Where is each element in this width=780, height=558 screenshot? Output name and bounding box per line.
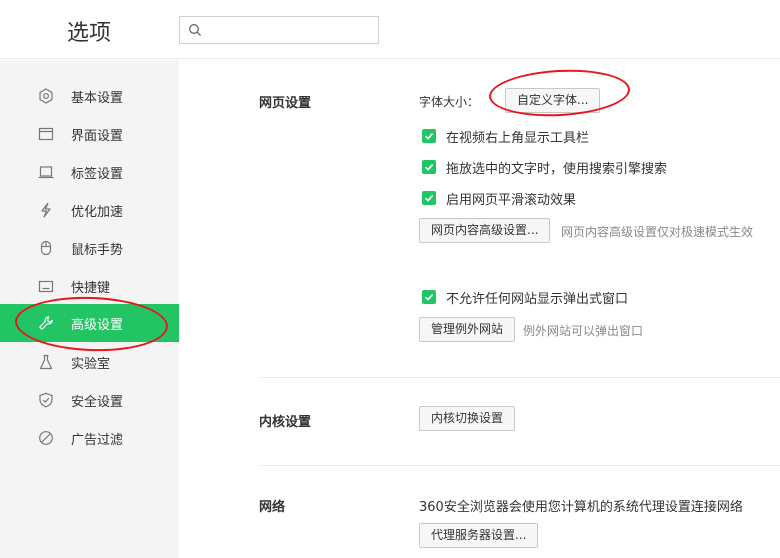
checkbox[interactable] [422, 290, 436, 304]
section-divider [259, 465, 780, 466]
settings-panel: 网页设置 字体大小： 自定义字体... 在视频右上角显示工具栏 拖放选中的文字时… [179, 60, 780, 558]
checkmark-icon [424, 133, 434, 140]
window-icon [38, 127, 54, 141]
sidebar-item-label: 高级设置 [71, 318, 124, 333]
sidebar-item-adblock[interactable]: 广告过滤 [0, 419, 179, 457]
sidebar-item-label: 安全设置 [71, 395, 124, 410]
kernel-switch-button[interactable]: 内核切换设置 [419, 406, 516, 431]
sidebar-item-security[interactable]: 安全设置 [0, 381, 179, 419]
sidebar-item-label: 鼠标手势 [71, 243, 124, 258]
sidebar-item-label: 广告过滤 [71, 433, 124, 448]
sidebar-item-advanced[interactable]: 高级设置 [0, 304, 179, 342]
custom-font-button[interactable]: 自定义字体... [505, 88, 601, 113]
checkmark-icon [424, 195, 434, 202]
sidebar-item-shortcuts[interactable]: 快捷键 [0, 267, 179, 305]
section-title-webpage: 网页设置 [259, 96, 312, 111]
checkbox-label: 拖放选中的文字时，使用搜索引擎搜索 [446, 162, 668, 177]
sidebar-item-label: 基本设置 [71, 91, 124, 106]
search-icon [189, 24, 202, 37]
sidebar-item-basic[interactable]: 基本设置 [0, 77, 179, 115]
checkbox[interactable] [422, 129, 436, 143]
proxy-settings-button[interactable]: 代理服务器设置... [419, 523, 539, 548]
checkbox-label: 在视频右上角显示工具栏 [446, 131, 590, 146]
sidebar-item-label: 实验室 [71, 357, 111, 372]
checkbox-label: 不允许任何网站显示弹出式窗口 [446, 292, 629, 307]
checkbox-block-popups[interactable]: 不允许任何网站显示弹出式窗口 [422, 288, 722, 307]
checkmark-icon [424, 164, 434, 171]
sidebar-item-tabs[interactable]: 标签设置 [0, 153, 179, 191]
wrench-icon [39, 316, 53, 330]
keyboard-icon [38, 280, 54, 293]
exceptions-hint: 例外网站可以弹出窗口 [523, 324, 644, 338]
flask-icon [39, 354, 53, 370]
title-bar: 选项 [0, 0, 780, 59]
checkbox-video-toolbar[interactable]: 在视频右上角显示工具栏 [422, 127, 722, 146]
sidebar-item-lab[interactable]: 实验室 [0, 343, 179, 381]
sidebar-item-optimize[interactable]: 优化加速 [0, 191, 179, 229]
sidebar-item-interface[interactable]: 界面设置 [0, 115, 179, 153]
checkbox-smooth-scroll[interactable]: 启用网页平滑滚动效果 [422, 189, 722, 208]
checkbox[interactable] [422, 160, 436, 174]
section-divider [259, 377, 780, 378]
block-icon [39, 431, 53, 445]
checkbox[interactable] [422, 191, 436, 205]
advanced-content-button[interactable]: 网页内容高级设置... [419, 218, 551, 243]
search-box[interactable] [179, 16, 379, 44]
shield-icon [39, 392, 53, 408]
sidebar-item-label: 界面设置 [71, 129, 124, 144]
search-input[interactable] [208, 20, 373, 40]
sidebar-item-label: 快捷键 [71, 281, 111, 296]
mouse-icon [40, 240, 52, 256]
lightning-icon [41, 202, 51, 218]
font-size-label: 字体大小： [419, 95, 480, 109]
network-description: 360安全浏览器会使用您计算机的系统代理设置连接网络 [419, 500, 743, 515]
window-title: 选项 [67, 21, 112, 46]
checkbox-drag-search[interactable]: 拖放选中的文字时，使用搜索引擎搜索 [422, 158, 722, 177]
manage-exceptions-button[interactable]: 管理例外网站 [419, 317, 516, 342]
sidebar-item-label: 标签设置 [71, 167, 124, 182]
tab-icon [38, 166, 54, 179]
sidebar: 基本设置 界面设置 标签设置 优化加速 鼠标手势 快捷键 高级设置 实验室 安全… [0, 60, 179, 558]
gear-icon [39, 88, 53, 104]
sidebar-item-mouse-gestures[interactable]: 鼠标手势 [0, 229, 179, 267]
checkbox-label: 启用网页平滑滚动效果 [446, 193, 577, 208]
advanced-content-hint: 网页内容高级设置仅对极速模式生效 [561, 225, 754, 239]
checkmark-icon [424, 294, 434, 301]
sidebar-item-label: 优化加速 [71, 205, 124, 220]
section-title-kernel: 内核设置 [259, 415, 312, 430]
section-title-network: 网络 [259, 500, 286, 515]
